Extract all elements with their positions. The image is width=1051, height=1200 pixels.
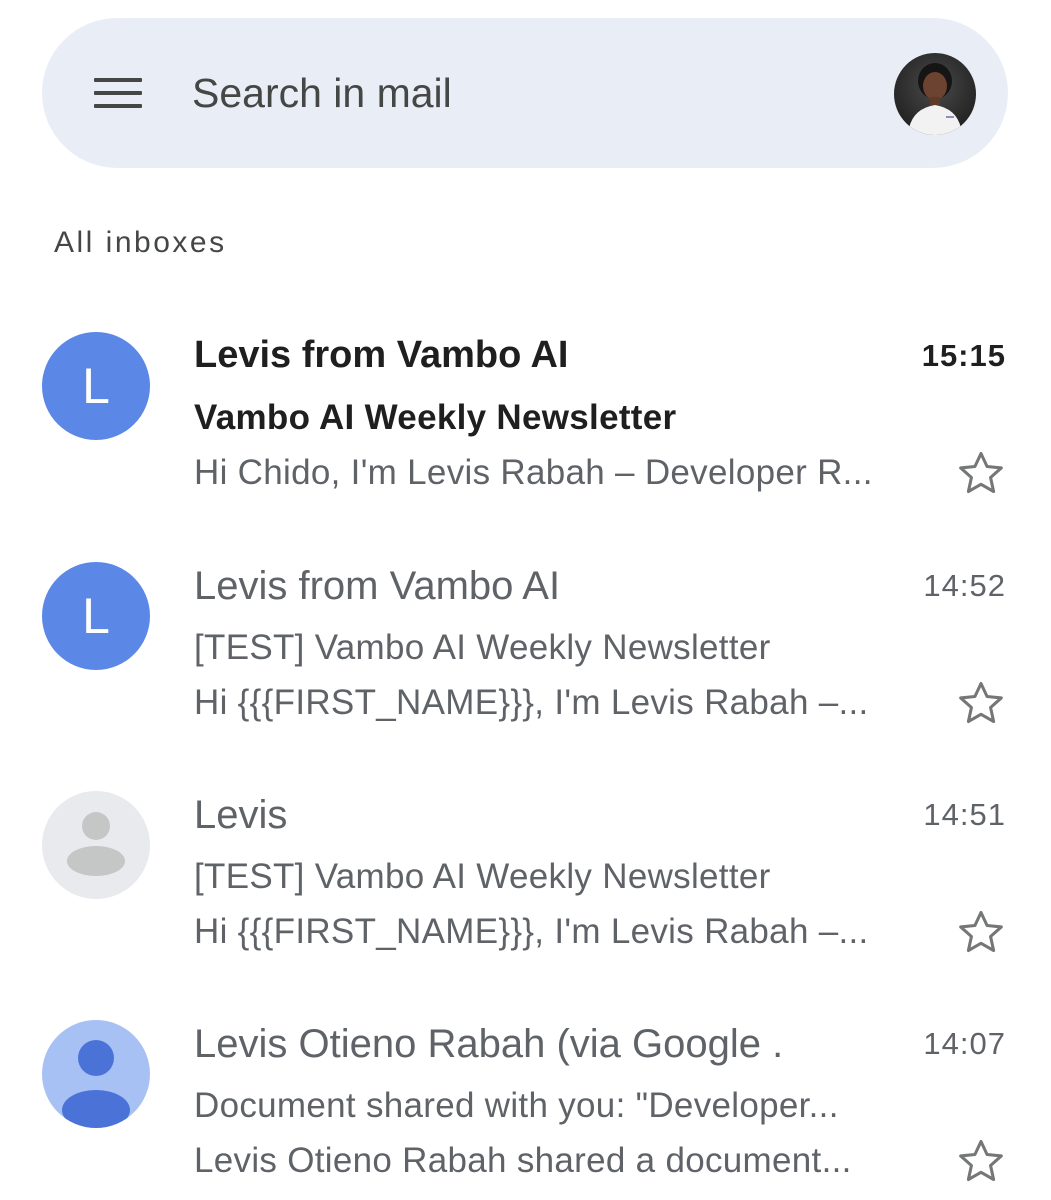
email-snippet: Hi {{{FIRST_NAME}}}, I'm Levis Rabah –..… bbox=[194, 683, 869, 722]
profile-photo-icon bbox=[894, 53, 976, 135]
email-subject: [TEST] Vambo AI Weekly Newsletter bbox=[194, 857, 771, 896]
sender-avatar: L bbox=[42, 562, 150, 670]
search-bar[interactable] bbox=[42, 18, 1008, 168]
star-icon[interactable] bbox=[953, 676, 1009, 732]
search-input[interactable] bbox=[192, 64, 832, 122]
default-person-icon bbox=[67, 812, 125, 876]
star-icon[interactable] bbox=[953, 905, 1009, 961]
email-snippet: Levis Otieno Rabah shared a document... bbox=[194, 1141, 852, 1180]
inbox-screen: All inboxes L Levis from Vambo AI 15:15 … bbox=[0, 0, 1051, 1200]
email-time: 15:15 bbox=[921, 338, 1006, 373]
email-row[interactable]: L Levis from Vambo AI 15:15 Vambo AI Wee… bbox=[0, 332, 1051, 532]
email-subject: [TEST] Vambo AI Weekly Newsletter bbox=[194, 628, 771, 667]
email-row[interactable]: Levis 14:51 [TEST] Vambo AI Weekly Newsl… bbox=[0, 791, 1051, 991]
email-time: 14:52 bbox=[923, 568, 1006, 603]
section-label: All inboxes bbox=[54, 226, 227, 259]
sender-name: Levis Otieno Rabah (via Google . bbox=[194, 1022, 784, 1066]
star-icon[interactable] bbox=[953, 1134, 1009, 1190]
sender-avatar bbox=[42, 1020, 150, 1128]
star-icon[interactable] bbox=[953, 446, 1009, 502]
email-row[interactable]: L Levis from Vambo AI 14:52 [TEST] Vambo… bbox=[0, 562, 1051, 762]
hamburger-menu-icon[interactable] bbox=[94, 76, 142, 110]
sender-avatar: L bbox=[42, 332, 150, 440]
sender-name: Levis from Vambo AI bbox=[194, 334, 569, 376]
email-subject: Vambo AI Weekly Newsletter bbox=[194, 398, 677, 437]
sender-name: Levis from Vambo AI bbox=[194, 564, 561, 608]
avatar-letter: L bbox=[82, 358, 110, 414]
email-row[interactable]: Levis Otieno Rabah (via Google . 14:07 D… bbox=[0, 1020, 1051, 1200]
email-time: 14:51 bbox=[923, 797, 1006, 832]
sender-avatar bbox=[42, 791, 150, 899]
account-avatar[interactable] bbox=[894, 53, 976, 135]
email-time: 14:07 bbox=[923, 1026, 1006, 1061]
email-snippet: Hi Chido, I'm Levis Rabah – Developer R.… bbox=[194, 453, 873, 492]
email-snippet: Hi {{{FIRST_NAME}}}, I'm Levis Rabah –..… bbox=[194, 912, 869, 951]
email-subject: Document shared with you: "Developer... bbox=[194, 1086, 839, 1125]
avatar-letter: L bbox=[82, 588, 110, 644]
default-person-icon bbox=[62, 1040, 130, 1128]
sender-name: Levis bbox=[194, 793, 288, 837]
